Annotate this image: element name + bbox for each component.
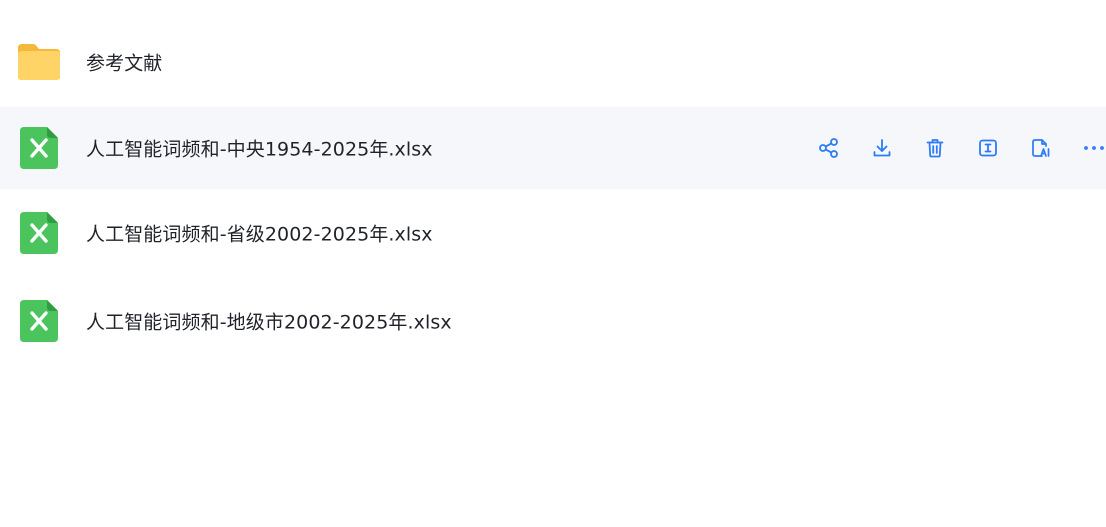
rename-icon[interactable]: [976, 136, 1000, 160]
share-icon[interactable]: [817, 136, 841, 160]
excel-file-icon: [16, 212, 62, 254]
row-actions: [788, 136, 1106, 160]
file-name[interactable]: 人工智能词频和-地级市2002-2025年.xlsx: [86, 308, 452, 335]
ai-read-icon[interactable]: [1029, 136, 1053, 160]
file-list: 参考文献 人工智能词频和-中央1954-2025年.xlsx 人工智能词频和-省…: [0, 17, 1106, 365]
delete-icon[interactable]: [923, 136, 947, 160]
file-name[interactable]: 人工智能词频和-中央1954-2025年.xlsx: [86, 135, 433, 162]
list-item-file[interactable]: 人工智能词频和-省级2002-2025年.xlsx: [0, 189, 1106, 277]
list-item-file[interactable]: 人工智能词频和-中央1954-2025年.xlsx: [0, 107, 1106, 189]
more-icon[interactable]: [1082, 136, 1106, 160]
excel-file-icon: [16, 300, 62, 342]
list-item-file[interactable]: 人工智能词频和-地级市2002-2025年.xlsx: [0, 277, 1106, 365]
list-item-folder[interactable]: 参考文献: [0, 17, 1106, 107]
folder-icon: [16, 41, 62, 83]
file-name[interactable]: 参考文献: [86, 49, 162, 76]
excel-file-icon: [16, 127, 62, 169]
file-name[interactable]: 人工智能词频和-省级2002-2025年.xlsx: [86, 220, 433, 247]
download-icon[interactable]: [870, 136, 894, 160]
